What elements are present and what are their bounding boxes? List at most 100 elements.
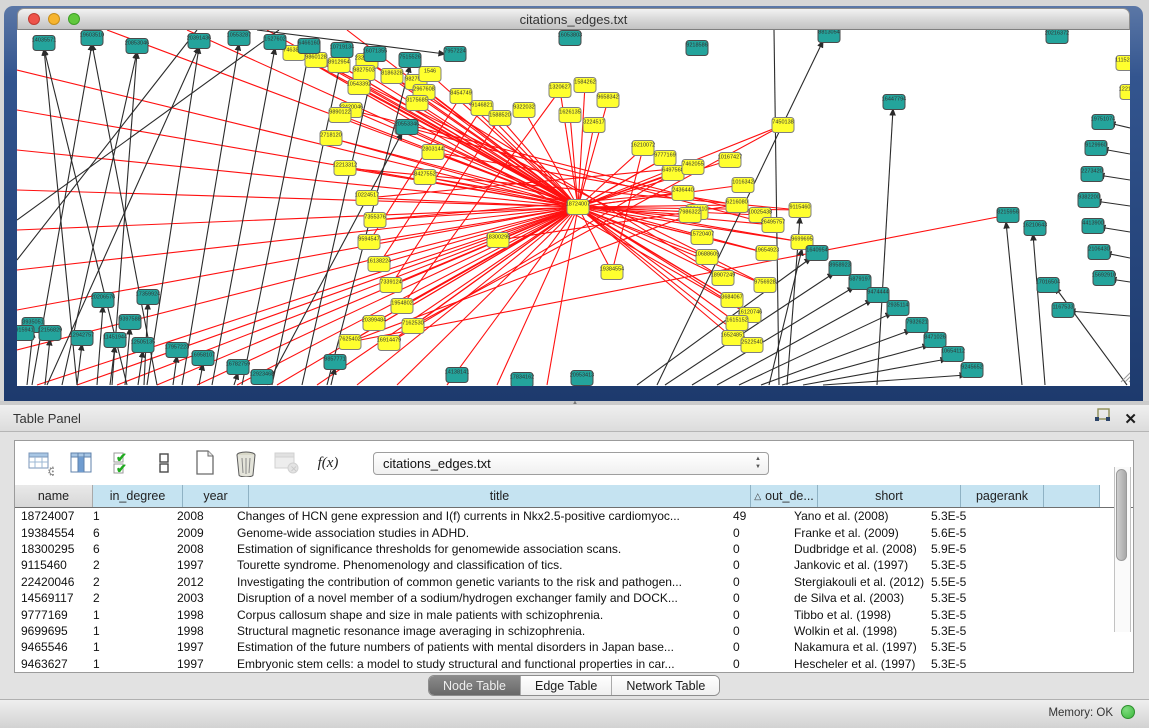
network-node[interactable]: 16782759 [226, 360, 250, 375]
network-node[interactable]: 9777169 [654, 151, 676, 166]
network-node[interactable]: 9382200 [1078, 193, 1100, 208]
network-node[interactable]: 10167427 [718, 153, 742, 168]
network-node[interactable]: 12942757 [70, 331, 94, 346]
scrollbar-thumb[interactable] [1116, 469, 1127, 561]
network-node[interactable]: 10224517 [355, 191, 379, 206]
float-panel-icon[interactable] [1094, 408, 1112, 429]
network-node[interactable]: 8813054 [818, 30, 840, 43]
network-node[interactable]: 20391436 [187, 34, 211, 49]
network-node[interactable]: 10553287 [227, 31, 251, 46]
network-node[interactable]: 16447794 [882, 95, 906, 110]
network-node[interactable]: 9397588 [119, 315, 141, 330]
network-node[interactable]: 19751074 [1091, 115, 1115, 130]
network-node[interactable]: 1954802 [391, 299, 413, 314]
network-edge[interactable] [17, 30, 279, 220]
network-node[interactable]: 7355376 [364, 213, 386, 228]
network-edge[interactable] [1006, 222, 1022, 385]
network-node[interactable]: 3684067 [721, 293, 743, 308]
network-node[interactable]: 20216372 [1045, 30, 1069, 44]
network-node[interactable]: 2273420 [1081, 167, 1103, 182]
zoom-window-icon[interactable] [68, 13, 80, 25]
network-node[interactable]: 6497568 [662, 166, 684, 181]
network-node[interactable]: 9857771 [324, 355, 346, 370]
row-height-icon[interactable] [150, 449, 178, 477]
network-node[interactable]: 16210072 [631, 141, 655, 156]
network-node[interactable]: 7450138 [772, 118, 794, 133]
network-edge[interactable] [547, 207, 578, 385]
table-row[interactable]: 946554611997Estimation of the future num… [15, 639, 1133, 655]
table-row[interactable]: 969969511998Structural magnetic resonanc… [15, 623, 1133, 639]
network-node[interactable]: 12213312 [333, 161, 357, 176]
network-node[interactable]: 8427552 [414, 170, 436, 185]
network-node[interactable]: 16053803 [558, 31, 582, 46]
network-node[interactable]: 10543392 [347, 80, 371, 95]
network-node[interactable]: 2436440 [672, 186, 694, 201]
tab-edge-table[interactable]: Edge Table [521, 676, 612, 695]
network-node[interactable]: 8186328 [381, 69, 403, 84]
network-node[interactable]: 2106430 [1088, 245, 1110, 260]
network-edge[interactable] [45, 339, 50, 385]
memory-status-indicator[interactable] [1121, 705, 1135, 719]
table-vertical-scrollbar[interactable] [1114, 467, 1131, 632]
network-edge[interactable] [1069, 311, 1130, 316]
column-header-title[interactable]: title [249, 485, 751, 507]
network-edge[interactable] [197, 207, 578, 385]
table-row[interactable]: 1830029562008Estimation of significance … [15, 541, 1133, 557]
network-node[interactable]: 2522540 [741, 338, 763, 353]
network-node[interactable]: 1615152 [726, 316, 748, 331]
network-node[interactable]: 11152488 [1115, 56, 1130, 71]
table-row[interactable]: 911546021997Tourette syndrome. Phenomeno… [15, 557, 1133, 573]
network-node[interactable]: 1320627 [549, 83, 571, 98]
network-edge[interactable] [877, 109, 893, 385]
network-node[interactable]: 12505135 [131, 338, 155, 353]
column-header-out_de...[interactable]: △out_de... [751, 485, 818, 507]
network-node[interactable]: 1016342 [732, 178, 754, 193]
network-edge[interactable] [182, 44, 239, 385]
table-row[interactable]: 2242004622012Investigating the contribut… [15, 574, 1133, 590]
network-node[interactable]: 8958923 [829, 261, 851, 276]
network-canvas[interactable]: 1872400774638229860128891295423226058982… [17, 30, 1130, 386]
network-node[interactable]: 3175685 [406, 96, 428, 111]
function-builder-icon[interactable]: f(x) [314, 449, 342, 477]
network-node[interactable]: 9245652 [961, 363, 983, 378]
network-edge[interactable] [237, 207, 578, 385]
network-node[interactable]: 8215956 [997, 208, 1019, 223]
network-edge[interactable] [331, 368, 335, 385]
network-node[interactable]: 7339124 [380, 278, 402, 293]
network-node[interactable]: 7625402 [339, 335, 361, 350]
network-node[interactable]: 14035571 [32, 36, 56, 51]
network-node[interactable]: 1167533 [1052, 303, 1074, 318]
network-node[interactable]: 19654923 [755, 246, 779, 261]
network-edge[interactable] [1055, 287, 1127, 385]
network-edge[interactable] [138, 351, 143, 385]
network-node[interactable]: 18724007 [566, 200, 590, 215]
citation-network-graph[interactable]: 1872400774638229860128891295423226058982… [17, 30, 1130, 386]
network-node[interactable]: 18300295 [486, 233, 510, 248]
network-node[interactable]: 1640954 [806, 246, 828, 261]
tab-network-table[interactable]: Network Table [612, 676, 719, 695]
network-node[interactable]: 9827503 [353, 66, 375, 81]
table-row[interactable]: 1456911722003Disruption of a novel membe… [15, 590, 1133, 606]
network-edge[interactable] [212, 48, 275, 385]
network-node[interactable]: 15720407 [690, 230, 714, 245]
network-edge[interactable] [351, 110, 578, 207]
column-header-short[interactable]: short [818, 485, 961, 507]
network-node[interactable]: 6879197 [849, 275, 871, 290]
network-node[interactable]: 14138141 [445, 368, 469, 383]
column-header-pagerank[interactable]: pagerank [961, 485, 1044, 507]
network-node[interactable]: 7932621 [906, 318, 928, 333]
network-node[interactable]: 18907249 [711, 271, 735, 286]
network-edge[interactable] [1033, 234, 1045, 385]
network-node[interactable]: 20553346 [395, 120, 419, 135]
network-edge[interactable] [77, 344, 82, 385]
network-node[interactable]: 6216080 [726, 198, 748, 213]
network-node[interactable]: 7986322 [679, 208, 701, 223]
network-node[interactable]: 11451944 [103, 333, 127, 348]
network-node[interactable]: 9594547 [358, 235, 380, 250]
create-column-icon[interactable] [191, 449, 219, 477]
network-node[interactable]: 17834162 [510, 373, 534, 387]
network-node[interactable]: 9218586 [686, 41, 708, 56]
column-select-icon[interactable]: ✔ ✔ [109, 449, 137, 477]
network-node[interactable]: 17957223 [165, 343, 189, 358]
network-edge[interactable] [578, 205, 737, 207]
